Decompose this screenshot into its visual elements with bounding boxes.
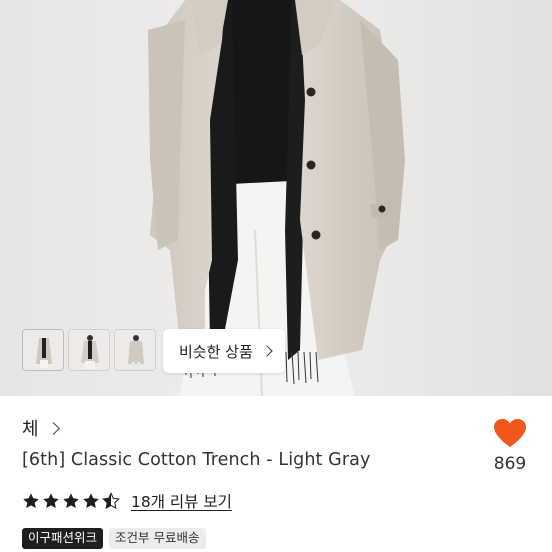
like-count: 869 bbox=[493, 454, 527, 474]
similar-products-label: 비슷한 상품 bbox=[179, 342, 253, 361]
similar-products-button[interactable]: 비슷한 상품 bbox=[163, 329, 285, 373]
star-rating bbox=[22, 492, 120, 510]
tag-list: 이구패션위크 조건부 무료배송 bbox=[22, 528, 206, 549]
star-full-icon bbox=[23, 493, 39, 509]
star-full-icon bbox=[63, 493, 79, 509]
chevron-right-icon bbox=[261, 345, 273, 357]
star-full-icon bbox=[83, 493, 99, 509]
thumbnail[interactable] bbox=[114, 329, 156, 371]
thumbnail[interactable] bbox=[68, 329, 110, 371]
chevron-right-icon bbox=[46, 421, 60, 435]
brand-link[interactable]: 체 bbox=[22, 415, 60, 441]
thumbnail-image bbox=[69, 330, 109, 370]
heart-icon bbox=[494, 419, 526, 447]
thumbnail-strip bbox=[22, 329, 156, 371]
rating-row: 18개 리뷰 보기 bbox=[22, 490, 232, 512]
brand-name: 체 bbox=[22, 419, 39, 440]
like-button[interactable]: 869 bbox=[488, 418, 532, 474]
star-half-icon bbox=[102, 492, 120, 510]
event-tag: 이구패션위크 bbox=[22, 528, 104, 549]
thumbnail[interactable] bbox=[22, 329, 64, 371]
thumbnail-image bbox=[23, 330, 63, 370]
thumbnail-image bbox=[115, 330, 155, 370]
product-image[interactable]: 비슷한 상품 bbox=[0, 0, 552, 396]
star-full-icon bbox=[43, 493, 59, 509]
reviews-link[interactable]: 18개 리뷰 보기 bbox=[131, 490, 232, 512]
shipping-tag: 조건부 무료배송 bbox=[109, 528, 206, 549]
product-title: [6th] Classic Cotton Trench - Light Gray bbox=[22, 450, 371, 470]
